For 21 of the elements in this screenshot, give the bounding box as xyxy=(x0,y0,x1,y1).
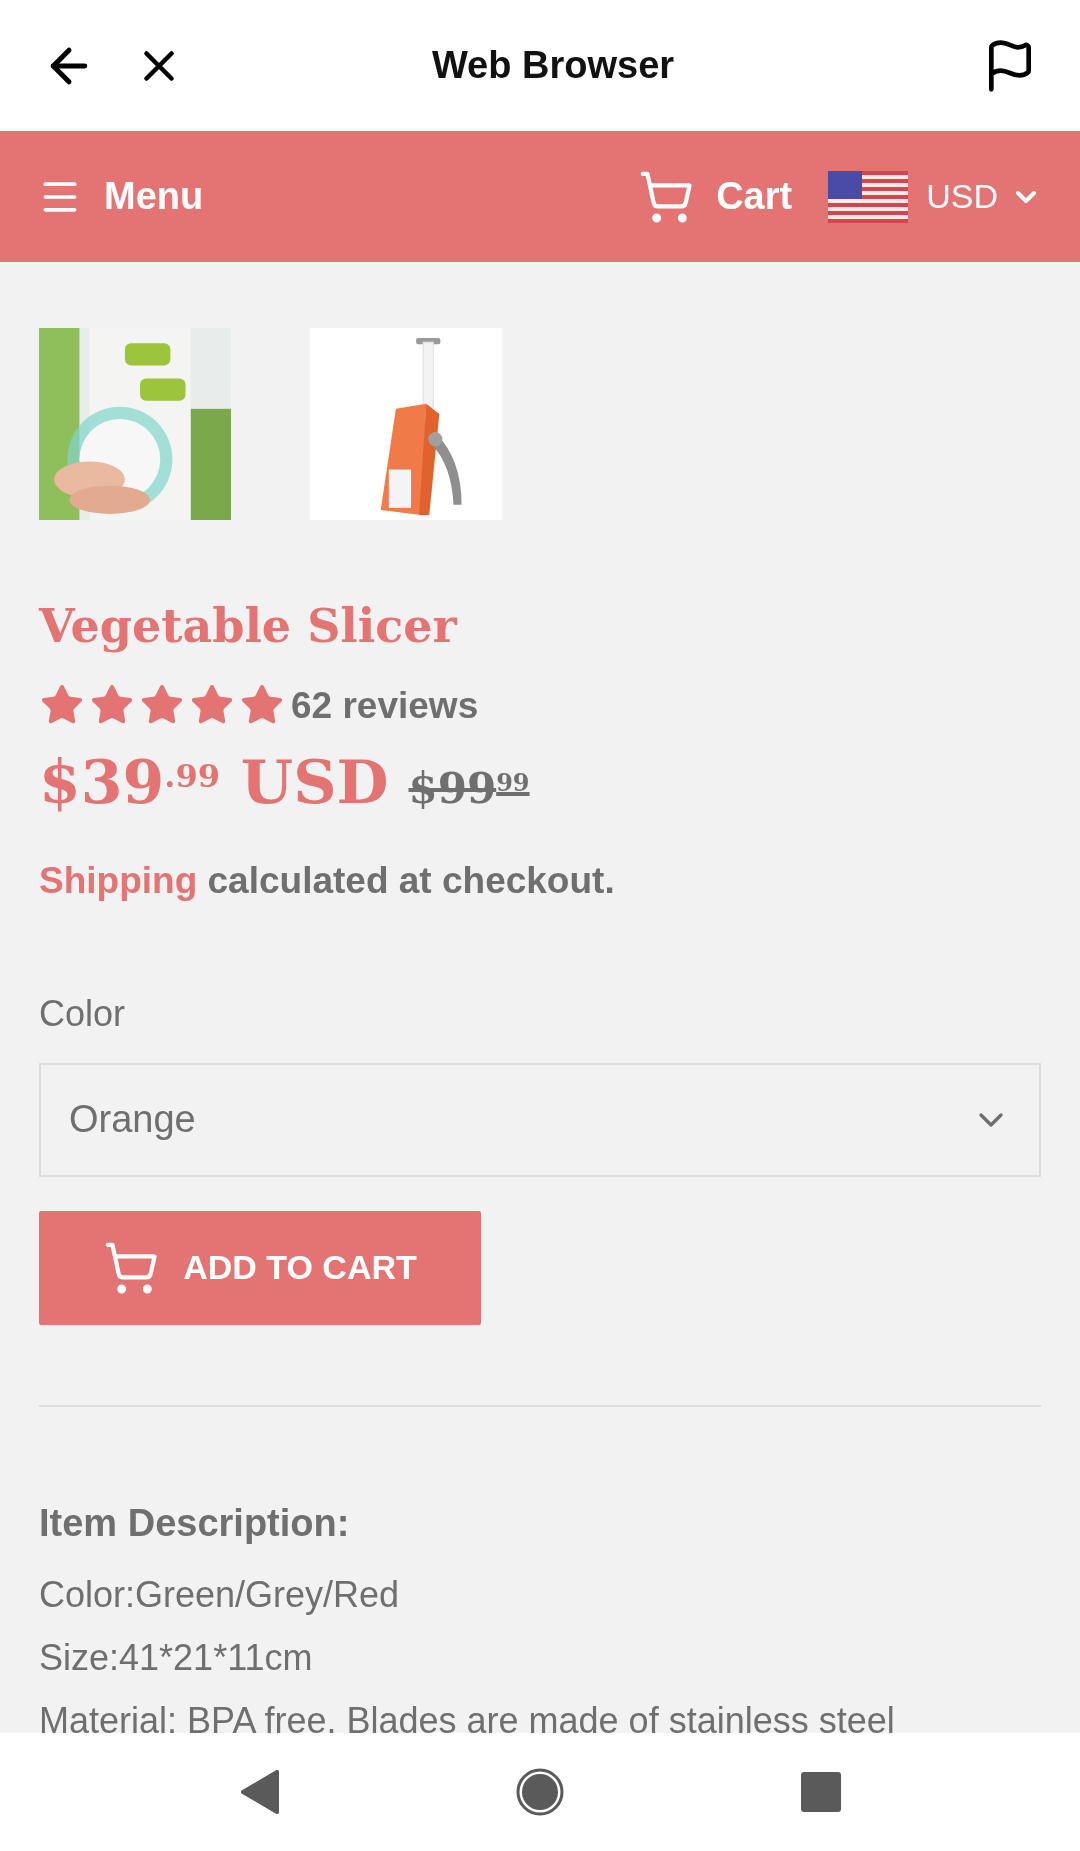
menu-button[interactable]: Menu xyxy=(38,168,204,225)
description-line: Size:41*21*11cm xyxy=(39,1636,313,1678)
compare-price: $99$^{99}$ xyxy=(408,763,530,815)
add-to-cart-button[interactable]: ADD TO CART xyxy=(39,1210,481,1325)
cart-button[interactable]: Cart xyxy=(638,168,793,225)
shipping-note: Shipping calculated at checkout. xyxy=(39,859,615,903)
option-label: Color xyxy=(39,991,126,1036)
price: $39$^{.99}$ USD xyxy=(39,746,389,819)
back-triangle-icon[interactable] xyxy=(238,1770,279,1814)
home-circle-icon[interactable] xyxy=(516,1768,564,1816)
window-title: Web Browser xyxy=(431,43,675,88)
review-count: 62 reviews xyxy=(291,683,479,728)
us-flag-icon xyxy=(828,170,909,223)
description-line: Color:Green/Grey/Red xyxy=(39,1573,400,1615)
currency-dropdown[interactable]: USD xyxy=(926,171,1042,222)
description-line: Material: BPA free. Blades are made of stainless steel xyxy=(39,1699,895,1733)
recents-square-icon[interactable] xyxy=(801,1772,842,1812)
product-title: Vegetable Slicer xyxy=(39,598,457,655)
color-select[interactable]: Orange xyxy=(39,1062,1041,1177)
shipping-link[interactable]: Shipping xyxy=(39,860,198,901)
description-heading: Item Description: xyxy=(39,1500,350,1546)
